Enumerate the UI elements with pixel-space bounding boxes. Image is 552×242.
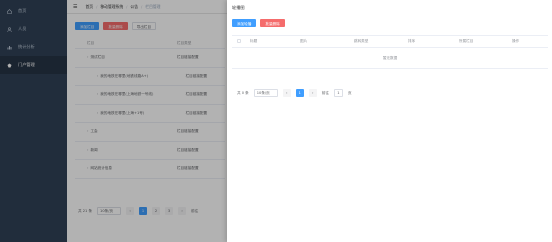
- batch-delete-button[interactable]: 批量删除: [260, 19, 285, 27]
- column-header: 排序: [408, 39, 416, 43]
- column-header: 所属栏目: [459, 39, 474, 43]
- carousel-drawer: 轮播图 添加轮播 批量删除 标题 图片 跳转类型 排序 所属栏目 操作 暂无数据…: [227, 0, 552, 242]
- table-header: 标题 图片 跳转类型 排序 所属栏目 操作: [232, 35, 548, 48]
- column-header: 标题: [250, 39, 258, 43]
- empty-state: 暂无数据: [232, 48, 548, 69]
- drawer-title: 轮播图: [232, 5, 245, 10]
- prev-page-button[interactable]: ‹: [282, 89, 291, 97]
- column-header: 图片: [300, 39, 308, 43]
- goto-label: 前往: [321, 90, 329, 95]
- goto-page-input[interactable]: 1: [333, 89, 343, 97]
- add-carousel-button[interactable]: 添加轮播: [232, 19, 257, 27]
- carousel-table: 标题 图片 跳转类型 排序 所属栏目 操作 暂无数据: [232, 35, 548, 69]
- column-header: 操作: [512, 39, 520, 43]
- drawer-toolbar: 添加轮播 批量删除: [232, 19, 285, 27]
- next-page-button[interactable]: ›: [308, 89, 317, 97]
- column-header: 跳转类型: [354, 39, 369, 43]
- goto-suffix: 页: [347, 90, 352, 95]
- select-all-checkbox[interactable]: [237, 39, 241, 43]
- pagination-total: 共 0 条: [237, 90, 249, 95]
- page-size-select[interactable]: 10条/页: [253, 89, 278, 97]
- drawer-pagination: 共 0 条 10条/页 ‹ 1 › 前往 1 页: [237, 89, 352, 97]
- page-number[interactable]: 1: [295, 89, 304, 97]
